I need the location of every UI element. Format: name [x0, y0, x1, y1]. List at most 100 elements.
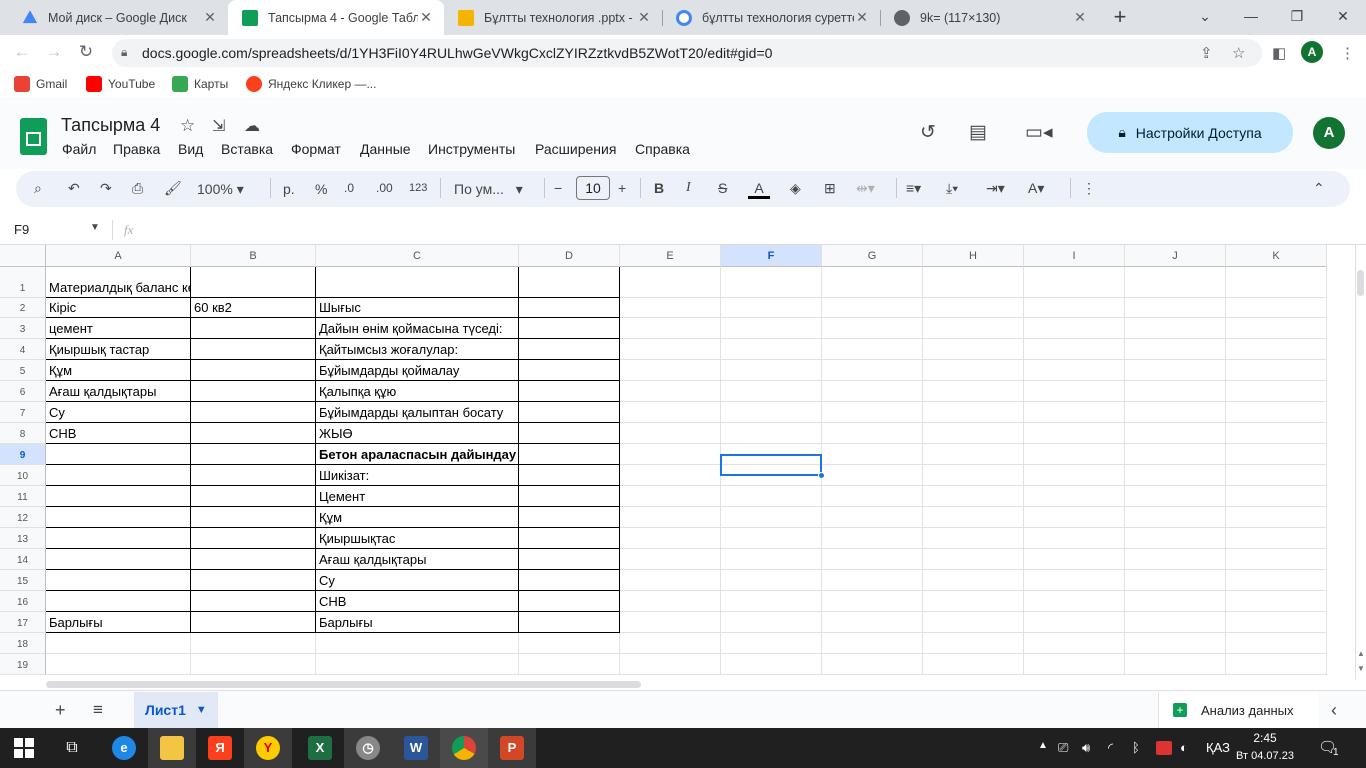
cell-i5[interactable] — [1024, 360, 1125, 381]
paint-format-icon[interactable]: 🖌︎ — [164, 180, 182, 197]
cell-i1[interactable] — [1024, 267, 1125, 298]
row-header-15[interactable]: 15 — [0, 570, 46, 591]
cell-k9[interactable] — [1226, 444, 1327, 465]
start-button[interactable] — [0, 728, 48, 768]
cell-j17[interactable] — [1125, 612, 1226, 633]
cell-c7[interactable]: Бұйымдарды қалыптан босату — [316, 402, 519, 423]
select-all-corner[interactable] — [0, 245, 46, 267]
cell-d8[interactable] — [519, 423, 620, 444]
text-rotation-icon[interactable]: A▾ — [1028, 180, 1044, 197]
browser-tab-image[interactable]: 9k= (117×130) ✕ — [880, 0, 1098, 35]
browser-tab-search[interactable]: бұлтты технология суреттер ✕ — [662, 0, 880, 35]
cell-c6[interactable]: Қалыпқа құю — [316, 381, 519, 402]
menu-format[interactable]: Формат — [291, 141, 341, 157]
cell-i17[interactable] — [1024, 612, 1125, 633]
cell-j18[interactable] — [1125, 633, 1226, 654]
cell-e17[interactable] — [620, 612, 721, 633]
cell-g8[interactable] — [822, 423, 923, 444]
collapse-menus-icon[interactable]: ⌃ — [1313, 180, 1325, 197]
cell-k5[interactable] — [1226, 360, 1327, 381]
add-sheet-icon[interactable]: + — [55, 700, 66, 721]
menu-tools[interactable]: Инструменты — [428, 141, 515, 157]
redo-icon[interactable]: ↷ — [100, 180, 112, 197]
browser-tab-sheets[interactable]: Тапсырма 4 - Google Табли ✕ — [228, 0, 444, 35]
cell-d18[interactable] — [519, 633, 620, 654]
cell-a1[interactable]: Материалдық баланс кестесі — [46, 267, 191, 298]
account-avatar[interactable]: A — [1313, 117, 1345, 149]
cell-i16[interactable] — [1024, 591, 1125, 612]
cell-c11[interactable]: Цемент — [316, 486, 519, 507]
cell-g4[interactable] — [822, 339, 923, 360]
increase-decimal-button[interactable]: .00 — [376, 181, 393, 195]
cell-g16[interactable] — [822, 591, 923, 612]
show-hidden-icons-icon[interactable]: ▲ — [1038, 740, 1048, 751]
cell-j12[interactable] — [1125, 507, 1226, 528]
scroll-up-arrow-icon[interactable]: ▲ — [1357, 649, 1365, 658]
column-header-e[interactable]: E — [620, 245, 721, 267]
cell-k14[interactable] — [1226, 549, 1327, 570]
cell-d13[interactable] — [519, 528, 620, 549]
all-sheets-icon[interactable]: ≡ — [93, 700, 103, 720]
cell-c10[interactable]: Шикізат: — [316, 465, 519, 486]
cell-h4[interactable] — [923, 339, 1024, 360]
cell-b7[interactable] — [191, 402, 316, 423]
cell-g12[interactable] — [822, 507, 923, 528]
cell-g18[interactable] — [822, 633, 923, 654]
cell-k6[interactable] — [1226, 381, 1327, 402]
cell-a5[interactable]: Құм — [46, 360, 191, 381]
cell-k3[interactable] — [1226, 318, 1327, 339]
cell-h13[interactable] — [923, 528, 1024, 549]
cell-g5[interactable] — [822, 360, 923, 381]
cell-k8[interactable] — [1226, 423, 1327, 444]
explore-button[interactable]: + Анализ данных — [1158, 692, 1318, 728]
share-page-icon[interactable]: ⇪ — [1200, 44, 1213, 62]
bookmark-yandex[interactable]: Яндекс Кликер —... — [246, 76, 376, 92]
clock-date[interactable]: Вт 04.07.23 — [1236, 750, 1294, 762]
cell-i18[interactable] — [1024, 633, 1125, 654]
cell-h17[interactable] — [923, 612, 1024, 633]
font-family-select[interactable]: По ум... ▾ — [454, 181, 523, 198]
row-header-2[interactable]: 2 — [0, 298, 46, 318]
taskbar-powerpoint[interactable]: P — [488, 728, 536, 768]
cell-b6[interactable] — [191, 381, 316, 402]
bookmark-gmail[interactable]: Gmail — [14, 76, 67, 92]
url-text[interactable]: docs.google.com/spreadsheets/d/1YH3FiI0Y… — [142, 45, 772, 61]
cell-j11[interactable] — [1125, 486, 1226, 507]
cell-k1[interactable] — [1226, 267, 1327, 298]
cell-b2[interactable]: 60 кв2 — [191, 298, 316, 318]
close-icon[interactable]: ✕ — [202, 9, 218, 26]
name-box-dropdown-icon[interactable]: ▼ — [90, 222, 100, 233]
cell-b10[interactable] — [191, 465, 316, 486]
cell-b11[interactable] — [191, 486, 316, 507]
cell-e6[interactable] — [620, 381, 721, 402]
cell-a7[interactable]: Су — [46, 402, 191, 423]
row-header-17[interactable]: 17 — [0, 612, 46, 633]
cell-k16[interactable] — [1226, 591, 1327, 612]
column-header-g[interactable]: G — [822, 245, 923, 267]
cell-i15[interactable] — [1024, 570, 1125, 591]
taskbar-file-explorer[interactable] — [148, 728, 196, 768]
new-tab-button[interactable]: + — [1108, 4, 1132, 30]
document-title[interactable]: Тапсырма 4 — [61, 115, 160, 136]
comments-icon[interactable]: ▤ — [969, 121, 987, 144]
italic-icon[interactable]: I — [686, 180, 691, 196]
cell-k10[interactable] — [1226, 465, 1327, 486]
cell-b1[interactable] — [191, 267, 316, 298]
decrease-decimal-button[interactable]: .0 — [344, 181, 354, 195]
cell-i9[interactable] — [1024, 444, 1125, 465]
cell-f5[interactable] — [721, 360, 822, 381]
row-header-14[interactable]: 14 — [0, 549, 46, 570]
horizontal-scrollbar-thumb[interactable] — [46, 681, 641, 688]
cell-j6[interactable] — [1125, 381, 1226, 402]
cell-k17[interactable] — [1226, 612, 1327, 633]
cell-c14[interactable]: Ағаш қалдықтары — [316, 549, 519, 570]
cell-e16[interactable] — [620, 591, 721, 612]
cell-e10[interactable] — [620, 465, 721, 486]
share-button[interactable]: 🔒︎ Настройки Доступа — [1087, 112, 1293, 153]
borders-icon[interactable]: ⊞ — [824, 180, 836, 197]
sheet-tab-list1[interactable]: Лист1 ▼ — [134, 692, 218, 728]
row-header-7[interactable]: 7 — [0, 402, 46, 423]
menu-file[interactable]: Файл — [62, 141, 96, 157]
cell-a8[interactable]: СНВ — [46, 423, 191, 444]
close-window-button[interactable]: ✕ — [1320, 0, 1366, 32]
